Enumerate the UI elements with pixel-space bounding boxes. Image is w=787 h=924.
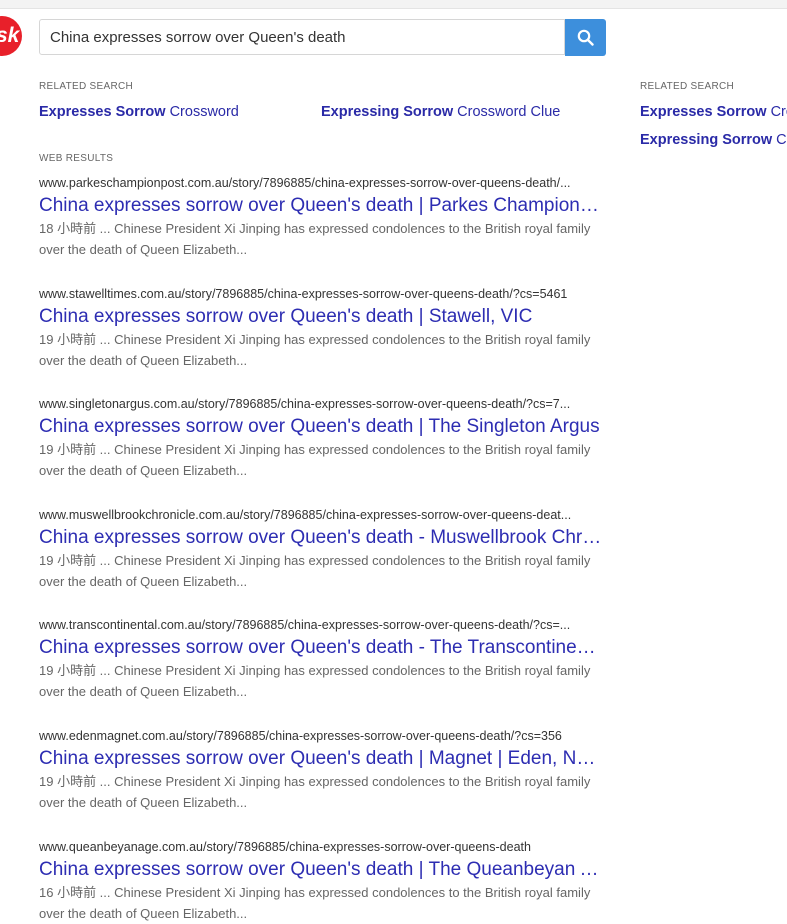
related-link-rest: Crossword Clue xyxy=(453,104,561,120)
result-url[interactable]: www.muswellbrookchronicle.com.au/story/7… xyxy=(39,507,604,523)
result-url[interactable]: www.queanbeyanage.com.au/story/7896885/c… xyxy=(39,839,604,855)
result-snippet: 18 小時前 ... Chinese President Xi Jinping … xyxy=(39,221,591,257)
related-search-label: RELATED SEARCH xyxy=(39,81,134,92)
search-input[interactable] xyxy=(40,20,564,54)
search-box[interactable] xyxy=(39,19,565,55)
related-link-bold: Expressing Sorrow xyxy=(321,104,454,120)
search-result: www.queanbeyanage.com.au/story/7896885/c… xyxy=(39,839,604,924)
result-snippet: 19 小時前 ... Chinese President Xi Jinping … xyxy=(39,553,591,589)
result-snippet: 16 小時前 ... Chinese President Xi Jinping … xyxy=(39,885,591,921)
site-logo[interactable]: sk xyxy=(0,16,22,56)
related-link-bold: Expresses Sorrow xyxy=(640,104,767,120)
sidebar-related-search-link[interactable]: Expresses Sorrow Cro xyxy=(640,104,787,120)
search-button[interactable] xyxy=(565,19,606,56)
search-result: www.singletonargus.com.au/story/7896885/… xyxy=(39,396,604,481)
result-snippet: 19 小時前 ... Chinese President Xi Jinping … xyxy=(39,774,591,810)
result-url[interactable]: www.parkeschampionpost.com.au/story/7896… xyxy=(39,175,604,191)
search-icon xyxy=(577,29,594,46)
result-snippet: 19 小時前 ... Chinese President Xi Jinping … xyxy=(39,332,591,368)
search-result: www.muswellbrookchronicle.com.au/story/7… xyxy=(39,507,604,592)
result-url[interactable]: www.edenmagnet.com.au/story/7896885/chin… xyxy=(39,728,604,744)
sidebar-related-search-label: RELATED SEARCH xyxy=(640,81,735,92)
result-title-link[interactable]: China expresses sorrow over Queen's deat… xyxy=(39,415,604,439)
search-result: www.transcontinental.com.au/story/789688… xyxy=(39,617,604,702)
result-snippet: 19 小時前 ... Chinese President Xi Jinping … xyxy=(39,663,591,699)
top-bar xyxy=(0,0,787,9)
related-link-rest: Crossword xyxy=(165,104,239,120)
result-url[interactable]: www.stawelltimes.com.au/story/7896885/ch… xyxy=(39,286,604,302)
related-link-rest: Cro xyxy=(770,104,787,120)
result-title-link[interactable]: China expresses sorrow over Queen's deat… xyxy=(39,858,604,882)
search-result: www.edenmagnet.com.au/story/7896885/chin… xyxy=(39,728,604,813)
result-title-link[interactable]: China expresses sorrow over Queen's deat… xyxy=(39,747,604,771)
result-url[interactable]: www.singletonargus.com.au/story/7896885/… xyxy=(39,396,604,412)
result-title-link[interactable]: China expresses sorrow over Queen's deat… xyxy=(39,305,604,329)
related-link-bold: Expressing Sorrow xyxy=(640,132,773,148)
related-search-link[interactable]: Expresses Sorrow Crossword xyxy=(39,104,239,120)
logo-text: sk xyxy=(0,24,20,47)
sidebar-related-search-link[interactable]: Expressing Sorrow Cro xyxy=(640,132,787,148)
related-search-link[interactable]: Expressing Sorrow Crossword Clue xyxy=(321,104,560,120)
search-result: www.parkeschampionpost.com.au/story/7896… xyxy=(39,175,604,260)
result-url[interactable]: www.transcontinental.com.au/story/789688… xyxy=(39,617,604,633)
search-result: www.stawelltimes.com.au/story/7896885/ch… xyxy=(39,286,604,371)
result-title-link[interactable]: China expresses sorrow over Queen's deat… xyxy=(39,636,604,660)
result-snippet: 19 小時前 ... Chinese President Xi Jinping … xyxy=(39,442,591,478)
related-link-rest: Cro xyxy=(776,132,787,148)
web-results-label: WEB RESULTS xyxy=(39,153,114,164)
related-link-bold: Expresses Sorrow xyxy=(39,104,166,120)
result-title-link[interactable]: China expresses sorrow over Queen's deat… xyxy=(39,194,604,218)
result-title-link[interactable]: China expresses sorrow over Queen's deat… xyxy=(39,526,604,550)
